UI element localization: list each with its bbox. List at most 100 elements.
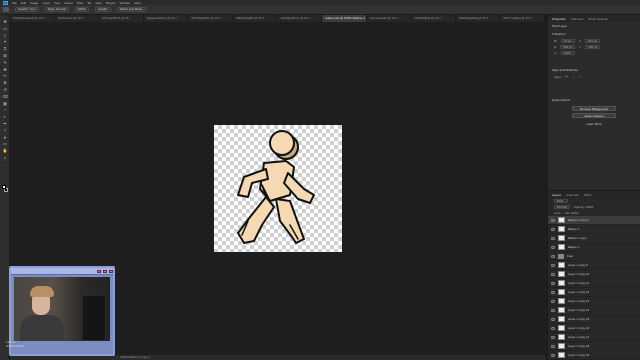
align-center-icon[interactable]: ⊥ — [572, 75, 575, 79]
document-tab[interactable]: Sdfdsfgrfg8fh @ 16.7... — [233, 15, 278, 22]
layer-row[interactable]: Ellipse 1 copy 2 — [548, 216, 640, 225]
blur-tool-icon[interactable]: ◔ — [2, 107, 8, 112]
foreground-color-swatch[interactable] — [2, 185, 6, 189]
width-input[interactable]: 71 px — [560, 39, 575, 43]
layer-row[interactable]: Layer 1 copy 10 — [548, 270, 640, 279]
visibility-eye-icon[interactable] — [551, 227, 555, 231]
visibility-eye-icon[interactable] — [551, 290, 555, 294]
menu-item[interactable]: File — [12, 1, 17, 5]
eyedropper-tool-icon[interactable]: ✎ — [2, 60, 8, 65]
layer-row[interactable]: Layer 1 copy 14 — [548, 306, 640, 315]
visibility-eye-icon[interactable] — [551, 236, 555, 240]
document-tab[interactable]: hdfsdfdjfgdfdg @ 16.7... — [456, 15, 501, 22]
move-tool-icon[interactable]: ✥ — [2, 19, 8, 24]
document-tab[interactable]: sdfsdfgry8mrs @ 16.7... — [277, 15, 323, 22]
more-tools-icon[interactable]: … — [2, 162, 8, 167]
visibility-eye-icon[interactable] — [551, 308, 555, 312]
frame-tool-icon[interactable]: ⊠ — [2, 53, 8, 58]
document-canvas[interactable] — [214, 125, 342, 252]
eraser-tool-icon[interactable]: ⌫ — [2, 94, 8, 99]
stamp-tool-icon[interactable]: ⎈ — [2, 80, 8, 85]
document-tab[interactable]: illyggwesbfpsg @ 16.7... — [144, 15, 189, 22]
layer-row[interactable]: Feet — [548, 252, 640, 261]
layer-row[interactable]: Ellipse 1 copy — [548, 234, 640, 243]
layer-row[interactable]: Layer 1 copy 12 — [548, 288, 640, 297]
visibility-eye-icon[interactable] — [551, 344, 555, 348]
layer-row[interactable]: Layer 1 copy 18 — [548, 342, 640, 351]
document-tab[interactable]: 2017 walking @ 16.7... — [500, 15, 545, 22]
history-brush-tool-icon[interactable]: ↺ — [2, 87, 8, 92]
visibility-eye-icon[interactable] — [551, 254, 555, 258]
crop-tool-icon[interactable]: ⌗ — [2, 46, 8, 51]
menu-item[interactable]: Filter — [77, 1, 84, 5]
tab-channels[interactable]: Channels — [571, 17, 584, 21]
layer-row[interactable]: Layer 1 copy 19 — [548, 351, 640, 360]
visibility-eye-icon[interactable] — [551, 326, 555, 330]
align-right-icon[interactable]: ⊣ — [579, 75, 582, 79]
menu-item[interactable]: Help — [134, 1, 140, 5]
document-tab[interactable]: ZU4wlkbsaqm8 @ 16.7... — [10, 15, 55, 22]
layer-row[interactable]: Layer 1 copy 16 — [548, 324, 640, 333]
select-and-mask-button[interactable]: Select and Mask... — [116, 7, 148, 12]
feather-field[interactable]: Feather: 0 px — [15, 7, 39, 12]
document-tab[interactable]: walker.psd @ 100% (Ellipse 1 copy, RGB/8… — [322, 15, 367, 22]
marquee-tool-icon[interactable]: ▭ — [2, 26, 8, 31]
visibility-eye-icon[interactable] — [551, 353, 555, 357]
pen-tool-icon[interactable]: ✒ — [2, 121, 8, 126]
height-field[interactable]: Height: — [95, 7, 111, 12]
type-tool-icon[interactable]: T — [2, 128, 8, 133]
gradient-tool-icon[interactable]: ▦ — [2, 101, 8, 106]
remove-background-button[interactable]: Remove Background — [572, 106, 616, 111]
height-input[interactable]: 160 px — [560, 45, 576, 49]
visibility-eye-icon[interactable] — [551, 299, 555, 303]
menu-item[interactable]: Edit — [21, 1, 26, 5]
menu-item[interactable]: Type — [54, 1, 61, 5]
visibility-eye-icon[interactable] — [551, 281, 555, 285]
width-field[interactable]: Width: — [74, 7, 90, 12]
menu-item[interactable]: Window — [120, 1, 131, 5]
document-tab[interactable]: Subsurface @ 16.7... — [55, 15, 100, 22]
healing-tool-icon[interactable]: ✚ — [2, 67, 8, 72]
select-subject-button[interactable]: Select Subject — [572, 113, 616, 118]
kind-filter[interactable]: Kind — [554, 199, 568, 203]
tab-channels-2[interactable]: Channels — [566, 193, 579, 197]
visibility-eye-icon[interactable] — [551, 317, 555, 321]
style-select[interactable]: Style: Normal — [44, 7, 69, 12]
quick-select-tool-icon[interactable]: ✦ — [2, 39, 8, 44]
zoom-tool-icon[interactable]: ⌕ — [2, 155, 8, 160]
document-tab[interactable]: dKFuhfjgd6hs @ 16.7... — [188, 15, 233, 22]
learn-more-link[interactable]: Learn More — [548, 120, 640, 128]
blend-mode-select[interactable]: Normal — [554, 205, 570, 209]
y-input[interactable]: 102 px — [585, 45, 601, 49]
menu-item[interactable]: 3D — [87, 1, 91, 5]
path-select-tool-icon[interactable]: ➤ — [2, 135, 8, 140]
menu-item[interactable]: Plugins — [106, 1, 116, 5]
visibility-eye-icon[interactable] — [551, 218, 555, 222]
x-input[interactable]: 241 px — [584, 39, 600, 43]
tab-brush-settings[interactable]: Brush Settings — [588, 17, 608, 21]
document-tab[interactable]: ciwmnqpsafx @ 16.7... — [367, 15, 412, 22]
visibility-eye-icon[interactable] — [551, 272, 555, 276]
menu-item[interactable]: View — [95, 1, 101, 5]
fill-field[interactable]: Fill: 100% — [565, 211, 578, 215]
visibility-eye-icon[interactable] — [551, 335, 555, 339]
menu-item[interactable]: Image — [30, 1, 38, 5]
menu-item[interactable]: Layer — [42, 1, 50, 5]
dodge-tool-icon[interactable]: ◐ — [2, 114, 8, 119]
hand-tool-icon[interactable]: ✋ — [2, 148, 8, 153]
tab-properties[interactable]: Properties — [552, 17, 566, 21]
tab-paths[interactable]: Paths — [584, 193, 592, 197]
document-tab[interactable]: sdfssfdhjfdd @ 16.7... — [411, 15, 456, 22]
brush-tool-icon[interactable]: ✏ — [2, 73, 8, 78]
layer-row[interactable]: Layer 1 copy 13 — [548, 297, 640, 306]
document-tab[interactable]: dirThpgd8zns @ 25... — [99, 15, 144, 22]
visibility-eye-icon[interactable] — [551, 263, 555, 267]
home-icon[interactable] — [3, 7, 9, 12]
layer-row[interactable]: Ellipse 1 — [548, 225, 640, 234]
shape-tool-icon[interactable]: ▭ — [2, 141, 8, 146]
layer-row[interactable]: Ellipse 1 — [548, 243, 640, 252]
layer-row[interactable]: Layer 1 copy 9 — [548, 261, 640, 270]
align-left-icon[interactable]: ⊢ — [566, 75, 569, 79]
opacity-field[interactable]: Opacity: 100% — [574, 205, 594, 209]
angle-input[interactable]: 0.00° — [560, 51, 575, 55]
